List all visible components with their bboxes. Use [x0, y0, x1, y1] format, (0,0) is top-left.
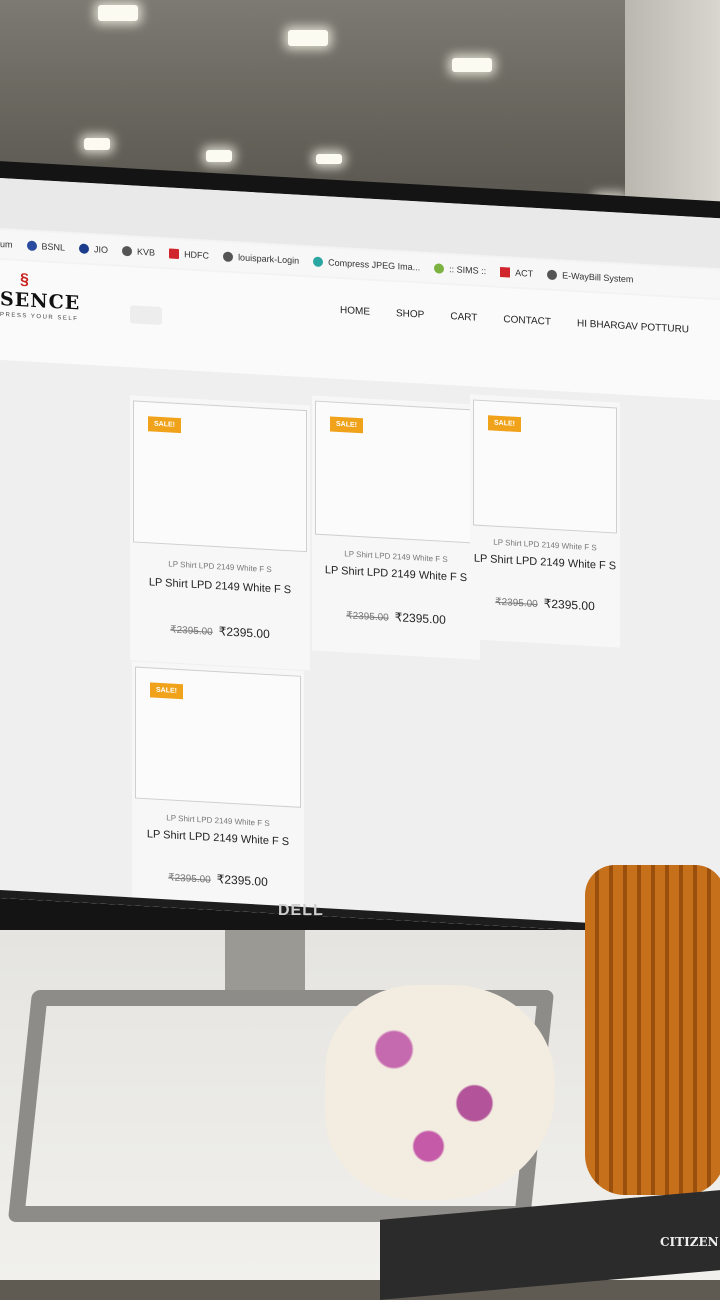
product-image[interactable]: SALE!: [473, 399, 617, 534]
ceiling-light: [452, 58, 492, 72]
bookmark-item[interactable]: JIO: [79, 243, 108, 255]
product-name[interactable]: LP Shirt LPD 2149 White F S: [312, 563, 480, 584]
bookmark-label: E-WayBill System: [562, 270, 634, 285]
bookmark-item[interactable]: ACT: [500, 266, 534, 279]
bookmark-label: HDFC: [184, 249, 210, 261]
bookmark-item[interactable]: E-WayBill System: [547, 269, 634, 285]
bookmark-item[interactable]: HDFC: [169, 248, 210, 261]
logo-icon: §: [20, 271, 29, 289]
globe-icon: [122, 245, 133, 257]
bookmark-item[interactable]: BSNL: [26, 240, 66, 253]
product-card[interactable]: SALE! LP Shirt LPD 2149 White F S LP Shi…: [132, 661, 304, 911]
sale-badge: SALE!: [488, 415, 521, 433]
product-category[interactable]: LP Shirt LPD 2149 White F S: [130, 557, 310, 576]
old-price: ₹2395.00: [346, 610, 389, 624]
current-price: ₹2395.00: [543, 596, 595, 614]
bsnl-icon: [26, 240, 37, 252]
bookmark-item[interactable]: louispark-Login: [223, 251, 300, 266]
bookmark-label: ACT: [515, 267, 534, 279]
product-image[interactable]: SALE!: [135, 666, 301, 808]
main-nav: HOME SHOP CART CONTACT HI BHARGAV POTTUR…: [340, 305, 715, 337]
bookmark-item[interactable]: KVB: [122, 245, 156, 258]
product-name[interactable]: LP Shirt LPD 2149 White F S: [130, 575, 310, 597]
compress-jpeg-icon: [313, 256, 324, 268]
nav-account[interactable]: HI BHARGAV POTTURU: [577, 318, 689, 335]
jio-icon: [79, 243, 90, 254]
product-category[interactable]: LP Shirt LPD 2149 White F S: [312, 547, 480, 565]
old-price: ₹2395.00: [495, 596, 538, 611]
hdfc-icon: [169, 248, 180, 260]
product-price: ₹2395.00 ₹2395.00: [130, 619, 310, 643]
bookmark-label: um: [0, 239, 13, 250]
product-category[interactable]: LP Shirt LPD 2149 White F S: [470, 536, 620, 553]
header-placeholder: [130, 305, 162, 326]
globe-icon: [547, 269, 558, 281]
sale-badge: SALE!: [330, 416, 363, 434]
site-logo[interactable]: SENCE: [0, 288, 80, 314]
old-price: ₹2395.00: [170, 624, 213, 638]
bookmark-item[interactable]: um: [0, 239, 13, 250]
bookmark-label: louispark-Login: [238, 252, 300, 266]
ceiling-light: [316, 154, 342, 164]
floral-face-mask: [325, 985, 555, 1200]
product-grid: SALE! LP Shirt LPD 2149 White F S LP Shi…: [0, 360, 720, 939]
act-icon: [500, 266, 511, 278]
current-price: ₹2395.00: [394, 610, 446, 627]
nav-home[interactable]: HOME: [340, 305, 370, 318]
bookmark-label: :: SIMS ::: [449, 264, 487, 277]
product-name[interactable]: LP Shirt LPD 2149 White F S: [132, 827, 304, 849]
ceiling-light: [288, 30, 328, 46]
current-price: ₹2395.00: [216, 872, 268, 889]
nav-cart[interactable]: CART: [450, 311, 477, 324]
office-wall: [625, 0, 720, 230]
monitor-screen: um BSNL JIO KVB HDFC louispark-Login Com…: [0, 178, 720, 939]
product-price: ₹2395.00 ₹2395.00: [470, 592, 620, 614]
bookmark-label: KVB: [137, 246, 156, 258]
sale-badge: SALE!: [148, 416, 181, 434]
old-price: ₹2395.00: [168, 872, 211, 886]
monitor-brand-logo: DELL: [278, 902, 324, 919]
calculator-brand: CITIZEN: [660, 1235, 719, 1249]
current-price: ₹2395.00: [218, 624, 270, 642]
ceiling-light: [206, 150, 232, 162]
nav-contact[interactable]: CONTACT: [503, 314, 551, 328]
nav-shop[interactable]: SHOP: [396, 308, 424, 321]
bookmark-label: JIO: [94, 244, 109, 256]
product-card[interactable]: SALE! LP Shirt LPD 2149 White F S LP Shi…: [470, 394, 620, 648]
product-price: ₹2395.00 ₹2395.00: [312, 605, 480, 628]
product-name[interactable]: LP Shirt LPD 2149 White F S: [470, 552, 620, 572]
product-category[interactable]: LP Shirt LPD 2149 White F S: [132, 811, 304, 830]
sims-icon: [434, 263, 445, 274]
product-image[interactable]: SALE!: [315, 400, 477, 544]
sale-badge: SALE!: [150, 682, 183, 700]
ceiling-light: [98, 5, 138, 21]
bookmark-item[interactable]: Compress JPEG Ima...: [313, 256, 421, 273]
product-card[interactable]: SALE! LP Shirt LPD 2149 White F S LP Shi…: [130, 395, 310, 671]
bookmark-label: BSNL: [41, 241, 66, 253]
product-image[interactable]: SALE!: [133, 400, 307, 553]
product-card[interactable]: SALE! LP Shirt LPD 2149 White F S LP Shi…: [312, 395, 480, 660]
pen-holder: [585, 865, 720, 1195]
bookmark-label: Compress JPEG Ima...: [328, 257, 421, 273]
product-price: ₹2395.00 ₹2395.00: [132, 867, 304, 891]
globe-icon: [223, 251, 234, 263]
bookmark-item[interactable]: :: SIMS ::: [434, 263, 486, 276]
ceiling-light: [84, 138, 110, 150]
